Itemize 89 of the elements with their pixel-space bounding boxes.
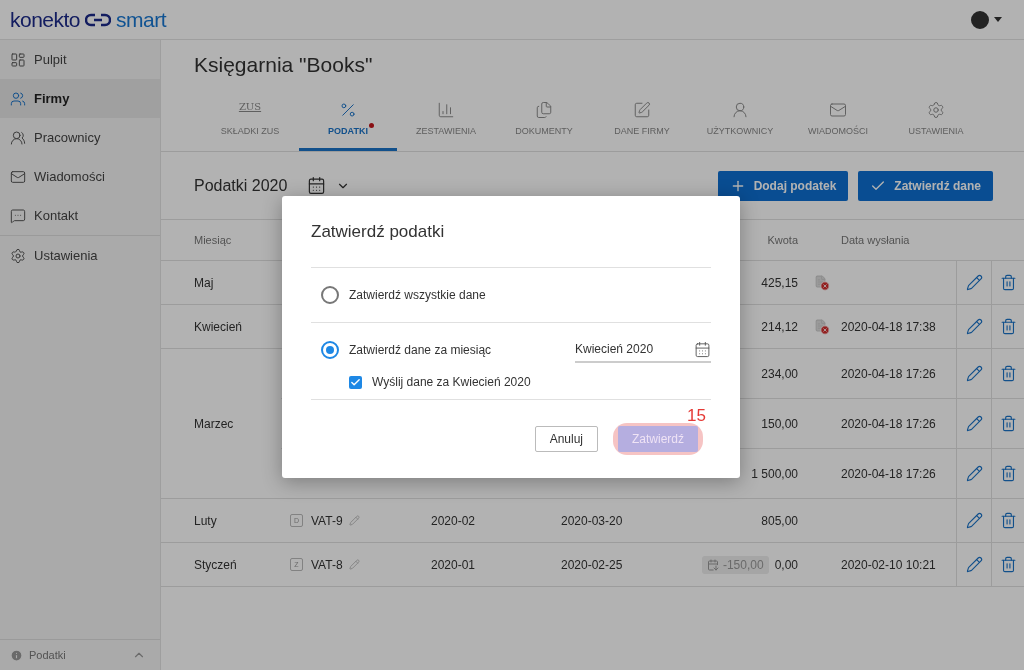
edit-icon [633,101,651,119]
amount-cell: 234,00 [761,366,798,381]
sidebar-item[interactable]: Ustawienia [0,236,160,275]
month-cell: Maj [194,275,214,290]
info-icon [10,648,23,662]
month-cell: Luty [194,513,217,528]
sidebar-item[interactable]: Wiadomości [0,157,160,196]
amount-cell: 805,00 [761,513,798,528]
calendar-icon [706,558,719,571]
annotation-number: 15 [687,406,706,426]
sidebar-item[interactable]: Kontakt [0,196,160,236]
month-cell: Styczeń [194,557,237,572]
tab[interactable]: DANE FIRMY [593,82,691,151]
month-field[interactable]: Kwiecień 2020 [575,337,711,363]
edit-icon[interactable] [965,274,983,291]
delete-icon[interactable] [1000,556,1017,573]
delete-icon[interactable] [1000,465,1017,482]
company-title: Księgarnia "Books" [193,52,374,78]
tab[interactable]: ZUS SKŁADKI ZUS [201,82,299,151]
gear-icon [10,247,26,264]
sidebar-footer-label[interactable]: Podatki [29,649,126,661]
envelope-icon [829,101,847,119]
tab[interactable]: UŻYTKOWNICY [691,82,789,151]
sidebar-item[interactable]: Pracownicy [0,118,160,157]
amount-cell: 425,15 [761,275,798,290]
delete-icon[interactable] [1000,365,1017,382]
cancel-button[interactable]: Anuluj [534,426,598,452]
amount-cell: 1 500,00 [751,466,798,481]
checkbox-label[interactable]: Wyślij dane za Kwiecień 2020 [372,375,531,389]
delete-icon[interactable] [1000,415,1017,432]
amount-cell: 0,00 [774,557,798,572]
edit-icon[interactable] [965,512,983,529]
confirm-button[interactable]: Zatwierdź dane [858,170,993,201]
month-cell: Marzec [194,416,234,431]
people-icon [10,129,26,146]
sidebar-item[interactable]: Firmy [0,79,160,118]
tab[interactable]: USTAWIENIA [887,82,985,151]
documents-icon [535,101,553,119]
correction-chip: -150,00 [701,555,769,574]
period-cell: 2020-02 [431,513,476,528]
radio-label[interactable]: Zatwierdź dane za miesiąc [349,343,492,357]
chat-icon [10,207,26,224]
radio-option[interactable]: Zatwierdź wszystkie dane [311,268,711,322]
user-icon [731,101,749,119]
edit-icon[interactable] [965,365,983,382]
delete-icon[interactable] [1000,318,1017,335]
deadline-cell: 2020-03-20 [561,513,623,528]
column-header: Data wysłania [841,234,910,246]
radio-button[interactable] [321,341,339,359]
tab[interactable]: WIADOMOŚCI [789,82,887,151]
delete-icon[interactable] [1000,512,1017,529]
amount-cell: 150,00 [761,416,798,431]
month-cell: Kwiecień [194,319,243,334]
sent-date: 2020-02-10 10:21 [841,557,936,572]
column-header: Kwota [767,234,798,246]
section-title: Podatki 2020 [194,176,288,195]
tax-name: VAT-8 [311,557,343,572]
tab[interactable]: PODATKI [299,82,397,151]
zus-icon: ZUS [238,101,262,119]
sidebar-item[interactable]: Pulpit [0,40,160,79]
percent-icon [339,101,357,119]
people-icon [10,90,26,107]
gear-icon [927,101,945,119]
deadline-cell: 2020-02-25 [561,557,623,572]
envelope-icon [10,168,26,185]
checkbox[interactable] [349,375,362,389]
sent-date: 2020-04-18 17:38 [841,319,936,334]
tab[interactable]: DOKUMENTY [495,82,593,151]
logo: konekto smart [10,7,167,32]
dialog-title: Zatwierdź podatki [311,196,711,268]
column-header: Miesiąc [193,234,233,246]
edit-icon[interactable] [965,415,983,432]
sent-date: 2020-04-18 17:26 [841,366,936,381]
tab[interactable]: ZESTAWIENIA [397,82,495,151]
add-button[interactable]: Dodaj podatek [717,170,849,201]
tax-name: VAT-9 [311,513,343,528]
period-cell: 2020-01 [431,557,476,572]
sent-date: 2020-04-18 17:26 [841,466,936,481]
caret-icon[interactable] [994,17,1002,22]
delete-icon[interactable] [1000,274,1017,291]
calendar-icon[interactable] [694,340,711,358]
edit-icon[interactable] [965,465,983,482]
amount-cell: 214,12 [761,319,798,334]
sent-date: 2020-04-18 17:26 [841,416,936,431]
bar-chart-icon [437,101,455,119]
calendar-icon[interactable] [307,176,327,195]
edit-icon[interactable] [965,318,983,335]
edit-icon[interactable] [965,556,983,573]
dashboard-icon [10,51,26,68]
